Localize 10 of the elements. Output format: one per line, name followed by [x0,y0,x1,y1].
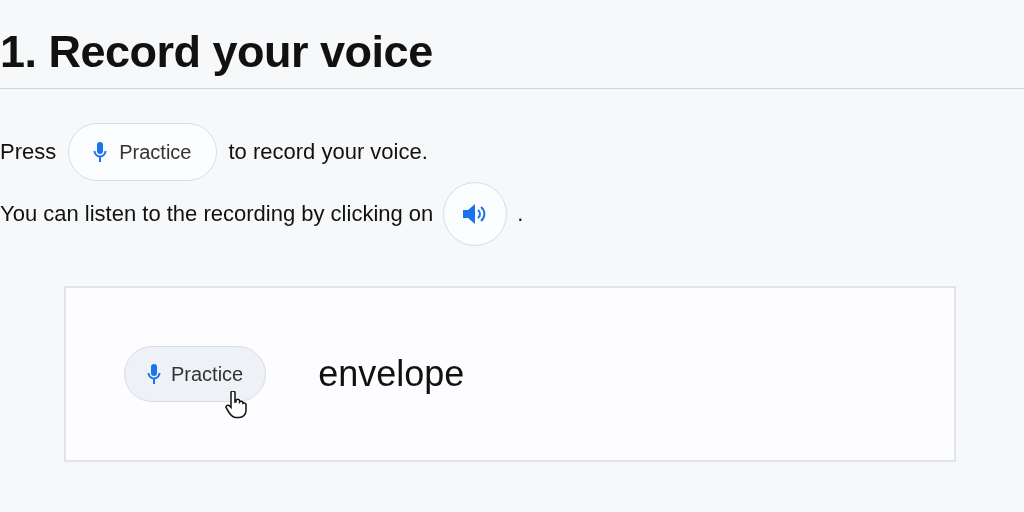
practice-word: envelope [318,353,465,395]
instruction-text: to record your voice. [228,139,428,165]
practice-button[interactable]: Practice [68,123,217,181]
hand-cursor-icon [225,391,247,419]
instruction-text: Press [0,139,57,165]
microphone-icon [93,141,108,163]
page-heading: 1. Record your voice [0,25,434,79]
instruction-text: . [517,201,524,227]
microphone-icon [147,363,161,385]
instruction-text: You can listen to the recording by clicking on [0,201,434,227]
